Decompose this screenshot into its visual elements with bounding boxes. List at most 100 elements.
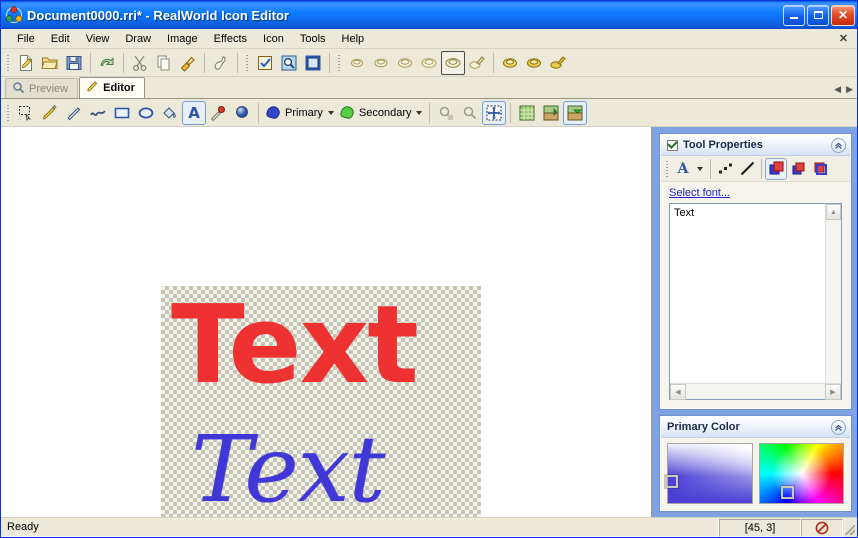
menu-item-draw[interactable]: Draw <box>117 31 159 47</box>
canvas-text-blue: Text <box>191 416 386 517</box>
zoom-in-icon[interactable] <box>434 101 458 125</box>
chevron-down-icon[interactable] <box>327 110 334 115</box>
zoom-preview-icon[interactable] <box>277 51 301 75</box>
tool-properties-checkbox[interactable] <box>667 139 678 151</box>
fill-and-outline-icon[interactable] <box>765 157 787 180</box>
secondary-color-dropdown[interactable]: Secondary <box>337 102 426 124</box>
fit-to-window-icon[interactable] <box>482 100 507 125</box>
tab-scroll-right-icon[interactable]: ▶ <box>846 84 853 95</box>
toolbar-grip[interactable] <box>5 53 12 73</box>
save-floppy-icon[interactable] <box>62 51 86 75</box>
tab-scroll-left-icon[interactable]: ◀ <box>834 84 841 95</box>
icon-size-48-icon[interactable] <box>417 51 441 75</box>
icon-size-16-icon[interactable] <box>345 51 369 75</box>
realworld-logo-icon <box>5 6 23 24</box>
tool-properties-separator <box>710 158 711 179</box>
outline-only-icon[interactable] <box>809 158 831 180</box>
menu-item-tools[interactable]: Tools <box>292 31 334 47</box>
sphere-3d-icon[interactable] <box>230 101 254 125</box>
menu-item-edit[interactable]: Edit <box>43 31 78 47</box>
image-format-3-icon[interactable] <box>546 51 570 75</box>
horizontal-scroll-track[interactable] <box>686 384 825 399</box>
chevron-up-icon[interactable] <box>831 419 846 435</box>
editor-canvas-area[interactable]: Text Text <box>1 127 652 517</box>
image-format-1-icon[interactable] <box>498 51 522 75</box>
chevron-down-icon[interactable] <box>416 110 423 115</box>
primary-color-title: Primary Color <box>667 421 740 433</box>
checkbox-apply-icon[interactable] <box>253 51 277 75</box>
layer-import-icon[interactable] <box>563 100 588 125</box>
icon-size-24-icon[interactable] <box>369 51 393 75</box>
text-horizontal-scrollbar[interactable]: ◀ ▶ <box>670 383 841 400</box>
new-document-icon[interactable] <box>14 51 38 75</box>
eraser-blob-icon[interactable] <box>209 51 233 75</box>
fill-only-icon[interactable] <box>787 158 809 180</box>
maximize-button[interactable] <box>807 4 829 26</box>
menu-item-view[interactable]: View <box>78 31 118 47</box>
image-format-2-icon[interactable] <box>522 51 546 75</box>
menu-item-help[interactable]: Help <box>334 31 373 47</box>
icon-size-32-icon[interactable] <box>393 51 417 75</box>
resize-grip[interactable] <box>843 519 857 537</box>
text-tool-icon[interactable]: A <box>182 100 206 125</box>
select-font-link[interactable]: Select font... <box>669 187 730 199</box>
scroll-up-icon[interactable]: ▲ <box>826 204 841 220</box>
gradient-marker[interactable] <box>665 474 678 488</box>
undo-arrow-icon[interactable] <box>95 51 119 75</box>
pencil-icon[interactable] <box>38 101 62 125</box>
copy-pages-icon[interactable] <box>152 51 176 75</box>
text-input-container[interactable]: Text ▲ ◀ ▶ <box>669 203 842 400</box>
menu-item-icon[interactable]: Icon <box>255 31 292 47</box>
tool-properties-toolbar: A <box>661 156 850 182</box>
open-folder-icon[interactable] <box>38 51 62 75</box>
paint-bucket-icon[interactable] <box>158 101 182 125</box>
ellipse-shape-icon[interactable] <box>134 101 158 125</box>
icon-size-custom-icon[interactable] <box>465 51 489 75</box>
menu-item-file[interactable]: File <box>9 31 43 47</box>
line-icon[interactable] <box>62 101 86 125</box>
primary-color-panel: Primary Color <box>660 416 851 511</box>
tool-properties-header: Tool Properties <box>661 135 850 156</box>
tool-properties-grip[interactable] <box>664 159 671 179</box>
wheel-marker[interactable] <box>781 486 795 500</box>
icon-canvas[interactable]: Text Text <box>161 286 481 517</box>
tab-preview[interactable]: Preview <box>5 78 79 98</box>
frame-select-icon[interactable] <box>301 51 325 75</box>
grid-toggle-icon[interactable] <box>515 101 539 125</box>
close-button[interactable]: ✕ <box>831 4 855 26</box>
solid-line-icon[interactable] <box>736 158 758 180</box>
toolbar-grip[interactable] <box>244 53 251 73</box>
effects-wand-icon[interactable] <box>206 101 230 125</box>
curve-icon[interactable] <box>86 101 110 125</box>
text-input[interactable]: Text <box>670 204 825 383</box>
magnifier-icon <box>12 81 25 97</box>
dotted-line-icon[interactable] <box>714 158 736 180</box>
cut-scissors-icon[interactable] <box>128 51 152 75</box>
tool-properties-title: Tool Properties <box>683 139 763 151</box>
chevron-up-icon[interactable] <box>831 137 846 153</box>
icon-size-64-icon[interactable] <box>441 50 465 75</box>
close-document-icon[interactable]: ✕ <box>835 30 852 46</box>
font-style-icon[interactable]: A <box>673 158 695 180</box>
hue-saturation-wheel[interactable] <box>758 443 844 504</box>
primary-color-dropdown[interactable]: Primary <box>263 102 337 124</box>
editor-toolbar-grip[interactable] <box>5 103 12 123</box>
layer-merge-icon[interactable] <box>539 101 563 125</box>
toolbar-grip[interactable] <box>336 53 343 73</box>
text-vertical-scrollbar[interactable]: ▲ <box>825 204 841 383</box>
menu-item-image[interactable]: Image <box>159 31 206 47</box>
right-dock: Tool Properties A Select font... Text ▲ … <box>652 127 857 517</box>
chevron-down-icon[interactable] <box>697 166 703 171</box>
menu-item-effects[interactable]: Effects <box>206 31 255 47</box>
vertical-scroll-track[interactable] <box>826 220 841 383</box>
paste-brush-icon[interactable] <box>176 51 200 75</box>
rectangle-shape-icon[interactable] <box>110 101 134 125</box>
status-bar: Ready [45, 3] <box>1 517 857 537</box>
rectangle-select-icon[interactable] <box>14 101 38 125</box>
tab-editor[interactable]: Editor <box>79 77 145 98</box>
scroll-right-icon[interactable]: ▶ <box>825 384 841 400</box>
alpha-value-gradient[interactable] <box>665 443 753 504</box>
minimize-button[interactable] <box>783 4 805 26</box>
zoom-out-icon[interactable] <box>458 101 482 125</box>
scroll-left-icon[interactable]: ◀ <box>670 384 686 400</box>
